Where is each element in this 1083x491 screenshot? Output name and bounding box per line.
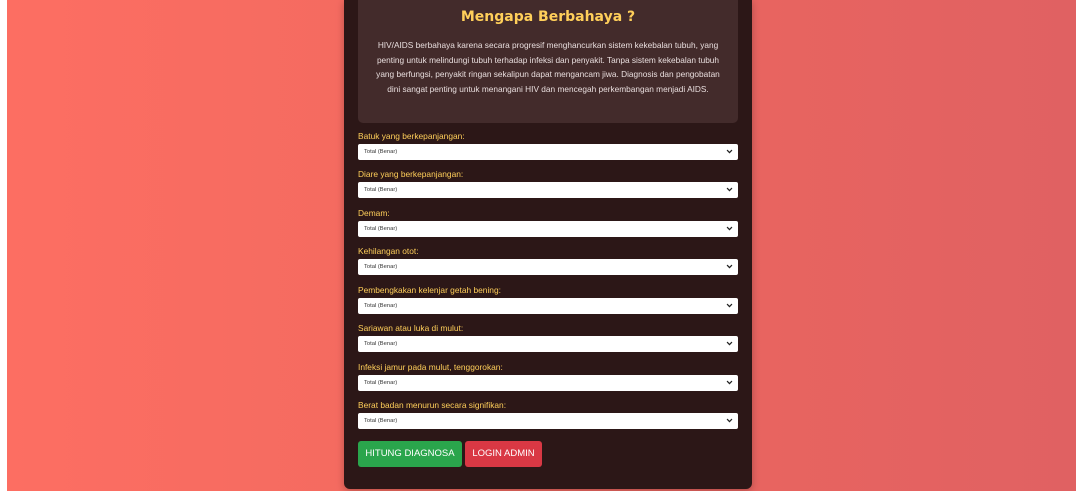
field-sariawan: Sariawan atau luka di mulut: Total (Bena… — [358, 323, 738, 352]
select-value: Total (Benar) — [364, 380, 398, 386]
login-admin-button[interactable]: LOGIN ADMIN — [465, 441, 542, 467]
field-kelenjar-getah-bening: Pembengkakan kelenjar getah bening: Tota… — [358, 285, 738, 314]
info-title: Mengapa Berbahaya ? — [460, 9, 636, 25]
chevron-down-icon — [726, 303, 733, 308]
chevron-down-icon — [726, 226, 733, 231]
field-label: Diare yang berkepanjangan: — [358, 169, 464, 179]
field-label: Infeksi jamur pada mulut, tenggorokan: — [358, 362, 503, 372]
chevron-down-icon — [726, 149, 733, 154]
select-kelenjar-getah-bening[interactable]: Total (Benar) — [358, 298, 738, 314]
select-value: Total (Benar) — [364, 341, 398, 347]
field-kehilangan-otot: Kehilangan otot: Total (Benar) — [358, 246, 738, 275]
field-label: Batuk yang berkepanjangan: — [358, 131, 465, 141]
chevron-down-icon — [726, 264, 733, 269]
field-berat-badan: Berat badan menurun secara signifikan: T… — [358, 400, 738, 429]
select-diare[interactable]: Total (Benar) — [358, 182, 738, 198]
chevron-down-icon — [726, 380, 733, 385]
diagnosis-card: Mengapa Berbahaya ? HIV/AIDS berbahaya k… — [344, 0, 752, 489]
select-value: Total (Benar) — [364, 303, 398, 309]
chevron-down-icon — [726, 418, 733, 423]
field-diare: Diare yang berkepanjangan: Total (Benar) — [358, 169, 738, 198]
select-infeksi-jamur[interactable]: Total (Benar) — [358, 375, 738, 391]
field-label: Kehilangan otot: — [358, 246, 419, 256]
select-sariawan[interactable]: Total (Benar) — [358, 336, 738, 352]
select-value: Total (Benar) — [364, 418, 398, 424]
select-demam[interactable]: Total (Benar) — [358, 221, 738, 237]
field-batuk: Batuk yang berkepanjangan: Total (Benar) — [358, 131, 738, 160]
field-infeksi-jamur: Infeksi jamur pada mulut, tenggorokan: T… — [358, 362, 738, 391]
field-label: Pembengkakan kelenjar getah bening: — [358, 285, 501, 295]
field-label: Berat badan menurun secara signifikan: — [358, 400, 507, 410]
info-box: Mengapa Berbahaya ? HIV/AIDS berbahaya k… — [358, 0, 738, 123]
chevron-down-icon — [726, 341, 733, 346]
select-berat-badan[interactable]: Total (Benar) — [358, 413, 738, 429]
field-demam: Demam: Total (Benar) — [358, 208, 738, 237]
field-label: Sariawan atau luka di mulut: — [358, 323, 464, 333]
select-value: Total (Benar) — [364, 187, 398, 193]
chevron-down-icon — [726, 187, 733, 192]
select-value: Total (Benar) — [364, 226, 398, 232]
info-text: HIV/AIDS berbahaya karena secara progres… — [376, 40, 720, 94]
select-value: Total (Benar) — [364, 264, 398, 270]
select-batuk[interactable]: Total (Benar) — [358, 144, 738, 160]
hitung-diagnosa-button[interactable]: HITUNG DIAGNOSA — [358, 441, 462, 467]
select-kehilangan-otot[interactable]: Total (Benar) — [358, 259, 738, 275]
field-label: Demam: — [358, 208, 390, 218]
select-value: Total (Benar) — [364, 149, 398, 155]
